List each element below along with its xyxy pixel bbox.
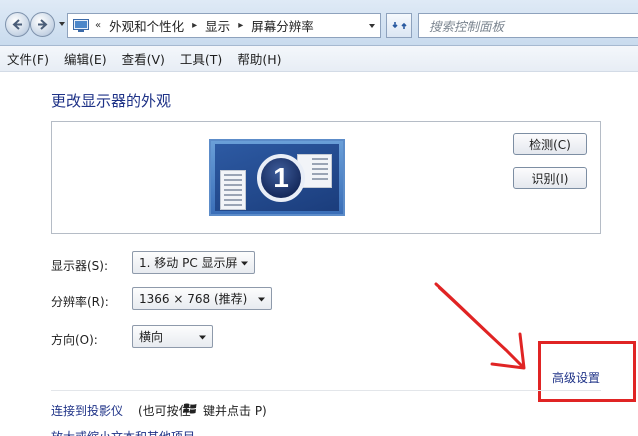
forward-button[interactable] [30, 12, 55, 37]
orientation-select-value: 横向 [139, 330, 164, 344]
chevron-down-icon [241, 261, 248, 266]
menu-tools[interactable]: 工具(T) [180, 49, 222, 68]
menu-file[interactable]: 文件(F) [7, 49, 49, 68]
breadcrumb-resolution[interactable]: 屏幕分辨率 [251, 16, 314, 35]
resolution-label: 分辨率(R): [51, 295, 109, 309]
monitor-number-badge: 1 [257, 154, 305, 202]
back-button[interactable] [5, 12, 30, 37]
windows-logo-icon [183, 403, 197, 414]
display-select-value: 1. 移动 PC 显示屏 [139, 256, 238, 270]
resolution-select[interactable]: 1366 × 768 (推荐) [132, 287, 272, 310]
content-pane: 更改显示器的外观 1 检测(C) 识别(I) 显示器(S): 1. 移动 PC … [0, 72, 638, 436]
menu-view[interactable]: 查看(V) [122, 49, 165, 68]
detect-button[interactable]: 检测(C) [513, 133, 587, 155]
breadcrumb-appearance[interactable]: 外观和个性化 [109, 16, 184, 35]
display-label: 显示器(S): [51, 259, 109, 273]
connect-projector-link[interactable]: 连接到投影仪 [51, 402, 123, 419]
chevron-right-icon[interactable]: ▸ [192, 20, 197, 31]
monitor-1-tile[interactable]: 1 [209, 139, 345, 216]
menu-bar: 文件(F) 编辑(E) 查看(V) 工具(T) 帮助(H) [0, 46, 638, 72]
menu-help[interactable]: 帮助(H) [237, 49, 281, 68]
orientation-select[interactable]: 横向 [132, 325, 213, 348]
annotation-highlight-box [538, 341, 636, 402]
chevron-right-icon[interactable]: ▸ [238, 20, 243, 31]
monitor-arrangement-panel: 1 检测(C) 识别(I) [51, 121, 601, 234]
projector-hint-suffix: 键并点击 P) [203, 404, 267, 418]
breadcrumb-display[interactable]: 显示 [205, 16, 230, 35]
forward-arrow-icon [38, 19, 48, 30]
window-thumbnail-icon [220, 170, 246, 210]
monitor-screen: 1 [215, 144, 339, 211]
chevron-down-icon [199, 335, 206, 340]
orientation-label: 方向(O): [51, 333, 98, 347]
search-input[interactable]: 搜索控制面板 [418, 13, 638, 38]
divider [51, 390, 601, 391]
display-select[interactable]: 1. 移动 PC 显示屏 [132, 251, 255, 274]
identify-button[interactable]: 识别(I) [513, 167, 587, 189]
text-size-link[interactable]: 放大或缩小文本和其他项目 [51, 428, 195, 436]
menu-edit[interactable]: 编辑(E) [64, 49, 107, 68]
breadcrumb-overflow[interactable]: « [95, 20, 101, 31]
resolution-select-value: 1366 × 768 (推荐) [139, 292, 248, 306]
refresh-button[interactable] [386, 13, 412, 38]
navigation-bar: « 外观和个性化 ▸ 显示 ▸ 屏幕分辨率 搜索控制面板 [0, 0, 638, 46]
back-arrow-icon [12, 19, 22, 30]
chevron-down-icon [258, 297, 265, 302]
control-panel-icon [73, 18, 89, 32]
recent-pages-chevron-down-icon[interactable] [58, 20, 66, 28]
address-bar[interactable]: « 外观和个性化 ▸ 显示 ▸ 屏幕分辨率 [67, 13, 381, 38]
page-title: 更改显示器的外观 [51, 92, 172, 110]
refresh-icon [391, 22, 407, 29]
address-history-chevron-down-icon[interactable] [368, 22, 376, 30]
